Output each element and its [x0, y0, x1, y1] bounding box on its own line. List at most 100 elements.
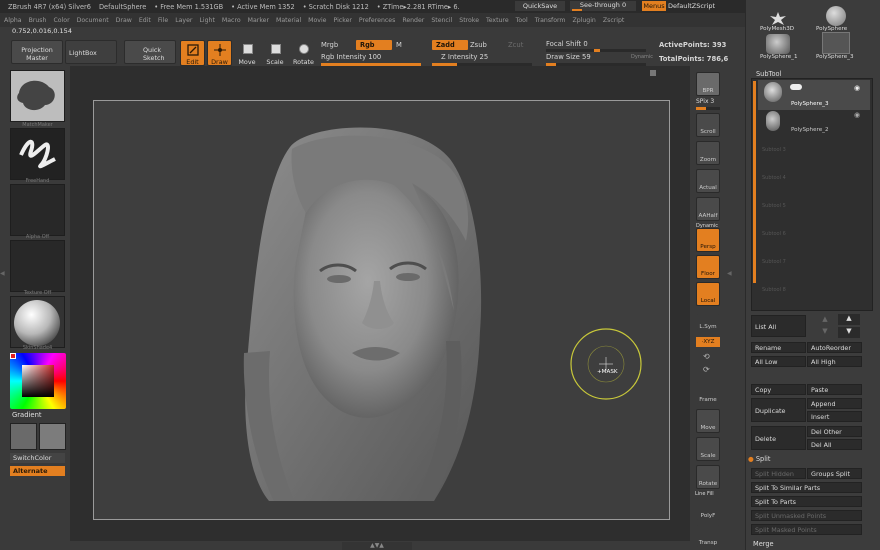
main-color-swatch[interactable] [10, 353, 16, 359]
right-tray-handle[interactable]: ◀ [727, 270, 735, 286]
color-picker[interactable] [10, 353, 66, 409]
rotate-button[interactable]: Rotate [292, 40, 314, 66]
aahalf-button[interactable]: AAHalf [696, 197, 720, 221]
alternate-button[interactable]: Alternate [10, 466, 65, 476]
transp-button[interactable]: Transp [696, 524, 720, 548]
menu-color[interactable]: Color [53, 17, 69, 24]
spix-slider[interactable]: SPix 3 [696, 98, 714, 105]
menu-document[interactable]: Document [77, 17, 109, 24]
menu-tool[interactable]: Tool [516, 17, 528, 24]
menus-toggle[interactable]: Menus [642, 1, 666, 11]
visibility-eye-icon[interactable]: ◉ [854, 84, 860, 92]
arrow-up-fast-icon[interactable]: ▲ [838, 314, 860, 325]
zoom-button[interactable]: Zoom [696, 141, 720, 165]
all-high-button[interactable]: All High [807, 356, 862, 367]
menu-edit[interactable]: Edit [139, 17, 151, 24]
insert-button[interactable]: Insert [807, 411, 862, 422]
see-through-slider[interactable]: See-through 0 [570, 1, 636, 11]
texture-thumbnail[interactable] [10, 240, 65, 292]
xyz-toggle[interactable]: ·XYZ [696, 337, 720, 347]
empty-subtool-slot[interactable]: Subtool 6 [762, 231, 786, 237]
arrow-up-icon[interactable]: ▲ [816, 315, 834, 325]
color-picker-square[interactable] [22, 365, 54, 397]
menu-zscript[interactable]: Zscript [603, 17, 624, 24]
persp-button[interactable]: Persp [696, 228, 720, 252]
rgb-toggle[interactable]: Rgb [356, 40, 392, 50]
m-toggle[interactable]: M [396, 41, 402, 49]
zadd-toggle[interactable]: Zadd [432, 40, 468, 50]
tool-thumb-polymesh3d[interactable] [766, 10, 790, 26]
secondary-color-swatch[interactable] [39, 423, 66, 450]
scale-button[interactable]: Scale [264, 40, 286, 66]
material-thumbnail[interactable] [10, 296, 65, 348]
menu-preferences[interactable]: Preferences [359, 17, 395, 24]
draw-button[interactable]: Draw [207, 40, 232, 66]
bpr-button[interactable]: BPR [696, 72, 720, 96]
autoreorder-button[interactable]: AutoReorder [807, 342, 862, 353]
subtool-scrollbar[interactable] [753, 81, 756, 283]
actual-button[interactable]: Actual [696, 169, 720, 193]
groups-split-button[interactable]: Groups Split [807, 468, 862, 479]
paste-button[interactable]: Paste [807, 384, 862, 395]
arrow-down-icon[interactable]: ▼ [816, 327, 834, 337]
split-masked-button[interactable]: Split Masked Points [751, 524, 862, 535]
menu-zplugin[interactable]: Zplugin [572, 17, 595, 24]
quick-sketch-button[interactable]: Quick Sketch [124, 40, 176, 64]
list-all-button[interactable]: List All [751, 315, 806, 337]
lsym-button[interactable]: L.Sym [696, 313, 720, 331]
scroll-button[interactable]: Scroll [696, 113, 720, 137]
zcut-toggle[interactable]: Zcut [508, 41, 523, 49]
tool-thumb-polysphere[interactable] [826, 6, 846, 26]
mrgb-toggle[interactable]: Mrgb [321, 41, 338, 49]
brush-thumbnail[interactable] [10, 70, 65, 122]
tool-thumb-polysphere-1[interactable] [766, 34, 790, 54]
default-zscript[interactable]: DefaultZScript [668, 1, 724, 11]
visibility-eye-icon-2[interactable]: ◉ [854, 111, 860, 119]
subtool-title[interactable]: SubTool [756, 70, 781, 78]
menu-light[interactable]: Light [199, 17, 214, 24]
del-other-button[interactable]: Del Other [807, 426, 862, 437]
projection-master-button[interactable]: Projection Master [11, 40, 63, 64]
axis-rotate-icon-2[interactable]: ⟳ [703, 365, 710, 374]
focal-shift-slider[interactable] [546, 49, 646, 52]
delete-button[interactable]: Delete [751, 426, 806, 450]
menu-picker[interactable]: Picker [333, 17, 351, 24]
gradient-label[interactable]: Gradient [12, 411, 42, 419]
tool-thumb-polysphere-3[interactable] [822, 32, 850, 54]
menu-stroke[interactable]: Stroke [459, 17, 479, 24]
menu-texture[interactable]: Texture [486, 17, 509, 24]
menu-layer[interactable]: Layer [175, 17, 192, 24]
subtool-item-2[interactable]: PolySphere_2 ◉ [758, 111, 870, 137]
all-low-button[interactable]: All Low [751, 356, 806, 367]
split-section-header[interactable]: ● Split [748, 455, 770, 463]
menu-alpha[interactable]: Alpha [4, 17, 22, 24]
empty-subtool-slot[interactable]: Subtool 8 [762, 287, 786, 293]
menu-transform[interactable]: Transform [535, 17, 566, 24]
split-similar-parts-button[interactable]: Split To Similar Parts [751, 482, 862, 493]
edit-button[interactable]: Edit [180, 40, 205, 66]
dynamic-toggle[interactable]: Dynamic [631, 54, 653, 60]
scale-view-button[interactable]: Scale [696, 437, 720, 461]
duplicate-button[interactable]: Duplicate [751, 398, 806, 422]
move-button[interactable]: Move [236, 40, 258, 66]
stroke-thumbnail[interactable] [10, 128, 65, 180]
frame-button[interactable]: Frame [696, 381, 720, 405]
merge-section-header[interactable]: Merge [753, 540, 774, 548]
split-unmasked-button[interactable]: Split Unmasked Points [751, 510, 862, 521]
del-all-button[interactable]: Del All [807, 439, 862, 450]
copy-button[interactable]: Copy [751, 384, 806, 395]
lightbox-button[interactable]: LightBox [65, 40, 117, 64]
floor-button[interactable]: Floor [696, 255, 720, 279]
split-hidden-button[interactable]: Split Hidden [751, 468, 806, 479]
rotate-view-button[interactable]: Rotate [696, 465, 720, 489]
primary-color-swatch[interactable] [10, 423, 37, 450]
empty-subtool-slot[interactable]: Subtool 4 [762, 175, 786, 181]
alpha-thumbnail[interactable] [10, 184, 65, 236]
empty-subtool-slot[interactable]: Subtool 5 [762, 203, 786, 209]
rename-button[interactable]: Rename [751, 342, 806, 353]
switchcolor-button[interactable]: SwitchColor [10, 453, 65, 463]
subtool-item-active[interactable]: PolySphere_3 ◉ [758, 80, 870, 110]
canvas[interactable]: +MASK [93, 100, 670, 520]
polyf-button[interactable]: PolyF [696, 497, 720, 521]
menu-stencil[interactable]: Stencil [431, 17, 452, 24]
